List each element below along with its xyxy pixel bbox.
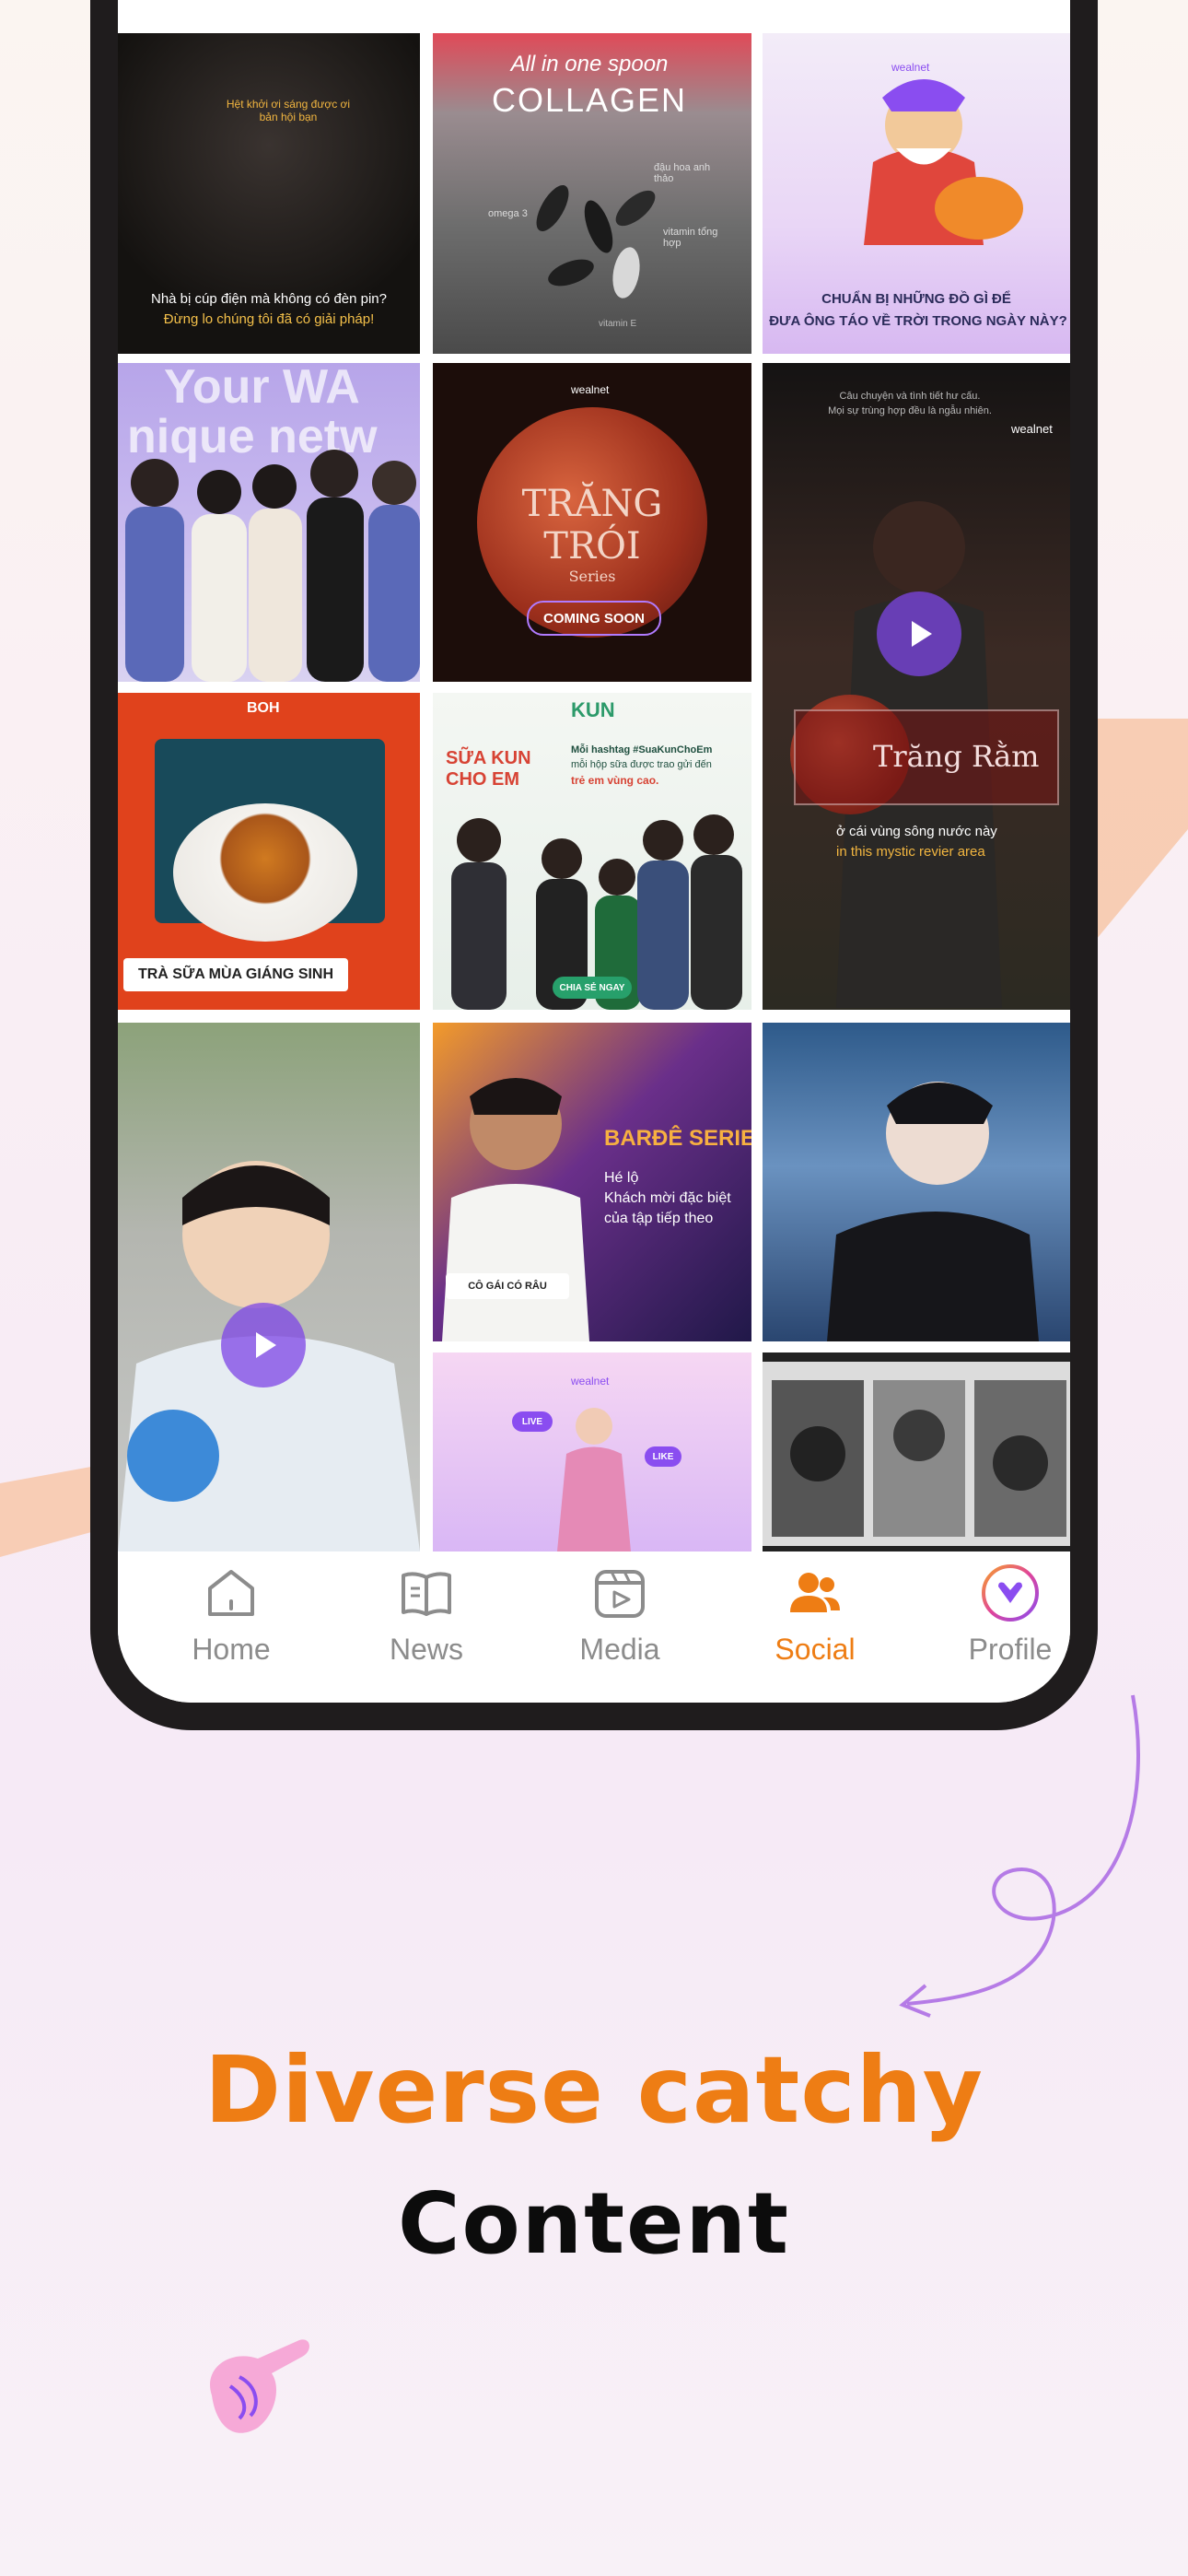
media-icon xyxy=(588,1561,652,1625)
tile-caption: All in one spoon xyxy=(510,52,669,76)
tile-caption: của tập tiếp theo xyxy=(604,1211,714,1226)
grid-post[interactable]: BOH TRÀ SỮA MÙA GIÁNG SINH xyxy=(118,693,420,1010)
tab-social[interactable]: Social xyxy=(728,1561,903,1690)
social-icon xyxy=(783,1561,847,1625)
play-button[interactable] xyxy=(221,1303,306,1388)
phone-frame: Hệt khởi ơi sáng được ơi bản hội bạn Nhà… xyxy=(90,0,1098,1730)
grid-post[interactable] xyxy=(763,1352,1070,1551)
tile-caption: Nhà bị cúp điện mà không có đèn pin? xyxy=(150,291,387,307)
tile-caption: COLLAGEN xyxy=(491,81,688,119)
grid-video-post[interactable] xyxy=(118,1023,420,1551)
tab-profile[interactable]: Profile xyxy=(923,1561,1070,1690)
news-icon xyxy=(394,1561,459,1625)
headline-line-2: Content xyxy=(397,2174,791,2273)
tile-caption: trẻ em vùng cao. xyxy=(571,774,659,787)
tile-caption: mỗi hộp sữa được trao gửi đến xyxy=(571,759,712,770)
caption-label: TRÀ SỮA MÙA GIÁNG SINH xyxy=(123,958,348,991)
tab-label: Home xyxy=(192,1633,271,1666)
tile-caption: Hệt khởi ơi sáng được ơi bản hội bạn xyxy=(226,98,351,123)
tab-home[interactable]: Home xyxy=(144,1561,319,1690)
tile-caption: Series xyxy=(568,568,616,585)
grid-post[interactable]: KUN SỮA KUN CHO EM Mỗi hashtag #SuaKunCh… xyxy=(433,693,751,1010)
tea-cup xyxy=(173,803,357,942)
tile-caption: Khách mời đặc biệt xyxy=(604,1190,731,1206)
profile-icon xyxy=(978,1561,1042,1625)
tab-news[interactable]: News xyxy=(339,1561,514,1690)
tile-caption: Mọi sự trùng hợp đều là ngẫu nhiên. xyxy=(828,405,992,416)
tile-caption: Câu chuyện và tình tiết hư cấu. xyxy=(839,391,981,402)
like-badge: LIKE xyxy=(645,1446,681,1467)
play-icon xyxy=(256,1332,276,1358)
caption-label: CÔ GÁI CÓ RÂU xyxy=(446,1273,569,1299)
play-icon xyxy=(912,621,932,647)
grid-post[interactable] xyxy=(763,1023,1070,1341)
grid-post[interactable]: Your WA nique netw xyxy=(118,363,420,682)
tab-media[interactable]: Media xyxy=(532,1561,707,1690)
kitchen-god-illustration xyxy=(864,79,1023,245)
tab-label: Media xyxy=(579,1633,660,1666)
tile-caption: CHUẨN BỊ NHỮNG ĐỒ GÌ ĐỂ xyxy=(821,291,1011,307)
play-button[interactable] xyxy=(877,591,961,676)
brand-logo-text: wealnet xyxy=(571,1375,610,1388)
tile-caption: TRĂNG TRÓI xyxy=(521,483,663,568)
tile-caption: Mỗi hashtag #SuaKunChoEm xyxy=(571,744,713,755)
home-icon xyxy=(199,1561,263,1625)
brand-logo-text: BOH xyxy=(247,700,280,716)
tile-caption: ĐƯA ÔNG TÁO VỀ TRỜI TRONG NGÀY NÀY? xyxy=(769,313,1067,329)
bottom-tab-bar: Home News Media Social Profile xyxy=(118,1551,1070,1703)
tile-caption: in this mystic revier area xyxy=(836,844,985,860)
brand-logo-text: KUN xyxy=(571,698,615,721)
phone-screen: Hệt khởi ơi sáng được ơi bản hội bạn Nhà… xyxy=(118,0,1070,1703)
fashion-illustration xyxy=(557,1408,631,1551)
tab-label: Profile xyxy=(968,1633,1053,1666)
coming-soon-badge: COMING SOON xyxy=(527,601,661,636)
tile-caption: vitamin tổng hợp xyxy=(663,227,718,249)
grid-post[interactable]: Hệt khởi ơi sáng được ơi bản hội bạn Nhà… xyxy=(118,33,420,354)
share-now-button[interactable]: CHIA SẺ NGAY xyxy=(553,977,632,999)
grid-post[interactable]: wealnet TRĂNG TRÓI Series COMING SOON xyxy=(433,363,751,682)
film-strip-photo xyxy=(763,1362,1070,1546)
tile-caption: ở cái vùng sông nước này xyxy=(836,824,997,839)
man-portrait xyxy=(442,1078,589,1341)
grid-post[interactable]: wealnet LIVE LIKE xyxy=(433,1352,751,1551)
grid-post[interactable]: wealnet CHUẨN BỊ NHỮNG ĐỒ GÌ ĐỂ ĐƯA ÔNG … xyxy=(763,33,1070,354)
tile-caption: Your WA xyxy=(164,363,360,414)
headline-line-1: Diverse catchy xyxy=(204,2036,984,2144)
tile-caption: Hé lộ xyxy=(604,1170,639,1186)
grid-post[interactable]: All in one spoon COLLAGEN omega 3 đậu ho… xyxy=(433,33,751,354)
grid-video-post[interactable]: Câu chuyện và tình tiết hư cấu. Mọi sự t… xyxy=(763,363,1070,1010)
brand-logo-text: wealnet xyxy=(1011,422,1053,436)
singer-profile-portrait xyxy=(827,1082,1039,1341)
curly-arrow-decoration xyxy=(899,1694,1140,2018)
tile-caption: SỮA KUN CHO EM xyxy=(446,748,531,790)
pointing-hand-icon xyxy=(210,2339,309,2433)
group-photo xyxy=(125,450,420,682)
tile-caption: Trăng Rằm xyxy=(873,739,1040,774)
tab-label: News xyxy=(389,1633,463,1666)
tile-caption: vitamin E xyxy=(599,319,637,329)
tab-label: Social xyxy=(775,1633,856,1666)
grid-post[interactable]: BARĐÊ SERIE Hé lộ Khách mời đặc biệt của… xyxy=(433,1023,751,1341)
tile-caption: Đừng lo chúng tôi đã có giải pháp! xyxy=(163,311,375,327)
brand-logo-text: wealnet xyxy=(571,383,610,396)
tile-caption: BARĐÊ SERIE xyxy=(604,1126,751,1151)
capsules-illustration xyxy=(536,185,656,299)
